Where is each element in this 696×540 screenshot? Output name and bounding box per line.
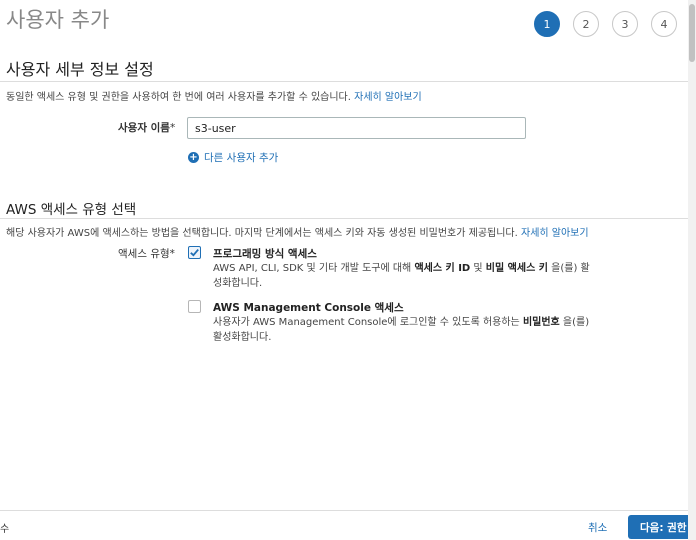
console-access-description: 사용자가 AWS Management Console에 로그인할 수 있도록 …	[213, 315, 633, 345]
username-input[interactable]	[187, 117, 526, 139]
description-line: AWS API, CLI, SDK 및 기타 개발 도구에 대해 액세스 키 I…	[213, 261, 633, 276]
password-text: 비밀번호	[522, 317, 560, 328]
description-text: 을(를)	[559, 317, 590, 328]
learn-more-link[interactable]: 자세히 알아보기	[354, 92, 422, 103]
plus-circle-icon: +	[188, 152, 199, 163]
user-details-title: 사용자 세부 정보 설정	[6, 60, 154, 79]
secret-access-key-text: 비밀 액세스 키	[485, 263, 548, 274]
section-divider	[0, 81, 696, 82]
wizard-steps: 1 2 3 4	[534, 11, 690, 37]
access-type-description-text: 해당 사용자가 AWS에 액세스하는 방법을 선택합니다. 마지막 단계에서는 …	[6, 228, 518, 239]
access-key-id-text: 액세스 키 ID	[414, 263, 471, 274]
programmatic-access-checkbox[interactable]	[188, 246, 201, 259]
programmatic-access-title: 프로그래밍 방식 액세스	[213, 248, 317, 260]
console-access-checkbox[interactable]	[188, 300, 201, 313]
description-text: AWS API, CLI, SDK 및 기타 개발 도구에 대해	[213, 263, 415, 274]
description-line: 성화합니다.	[213, 278, 263, 289]
next-permissions-button[interactable]: 다음: 권한	[628, 515, 696, 539]
user-details-description: 동일한 액세스 유형 및 권한을 사용하여 한 번에 여러 사용자를 추가할 수…	[6, 88, 422, 103]
page-title: 사용자 추가	[6, 8, 110, 32]
cancel-button[interactable]: 취소	[588, 520, 607, 535]
section-divider	[0, 218, 696, 219]
access-type-label: 액세스 유형*	[118, 246, 175, 261]
add-another-user-link[interactable]: + 다른 사용자 추가	[188, 150, 278, 165]
description-text: 사용자가 AWS Management Console에 로그인할 수 있도록 …	[213, 317, 523, 328]
username-label: 사용자 이름*	[118, 120, 175, 135]
step-4[interactable]: 4	[651, 11, 677, 37]
learn-more-link[interactable]: 자세히 알아보기	[521, 228, 589, 239]
description-text: 을(를) 활	[547, 263, 590, 274]
console-access-title: AWS Management Console 액세스	[213, 302, 404, 314]
step-3[interactable]: 3	[612, 11, 638, 37]
footer-left-text: 수	[0, 524, 10, 535]
description-line: 사용자가 AWS Management Console에 로그인할 수 있도록 …	[213, 315, 633, 330]
username-label-text: 사용자 이름	[118, 122, 170, 134]
step-2[interactable]: 2	[573, 11, 599, 37]
checkmark-icon	[190, 249, 199, 257]
access-type-label-text: 액세스 유형	[118, 248, 170, 260]
programmatic-access-description: AWS API, CLI, SDK 및 기타 개발 도구에 대해 액세스 키 I…	[213, 261, 633, 291]
access-type-title: AWS 액세스 유형 선택	[6, 202, 137, 218]
access-type-description: 해당 사용자가 AWS에 액세스하는 방법을 선택합니다. 마지막 단계에서는 …	[6, 224, 589, 239]
required-mark: *	[169, 122, 176, 134]
description-text: 및	[470, 263, 486, 274]
add-user-label: 다른 사용자 추가	[204, 152, 279, 164]
scrollbar-thumb[interactable]	[689, 4, 695, 62]
required-mark: *	[169, 248, 175, 260]
user-details-description-text: 동일한 액세스 유형 및 권한을 사용하여 한 번에 여러 사용자를 추가할 수…	[6, 92, 351, 103]
scrollbar-track[interactable]	[688, 0, 696, 540]
footer-divider	[0, 510, 696, 511]
step-1[interactable]: 1	[534, 11, 560, 37]
description-line: 활성화합니다.	[213, 332, 272, 343]
